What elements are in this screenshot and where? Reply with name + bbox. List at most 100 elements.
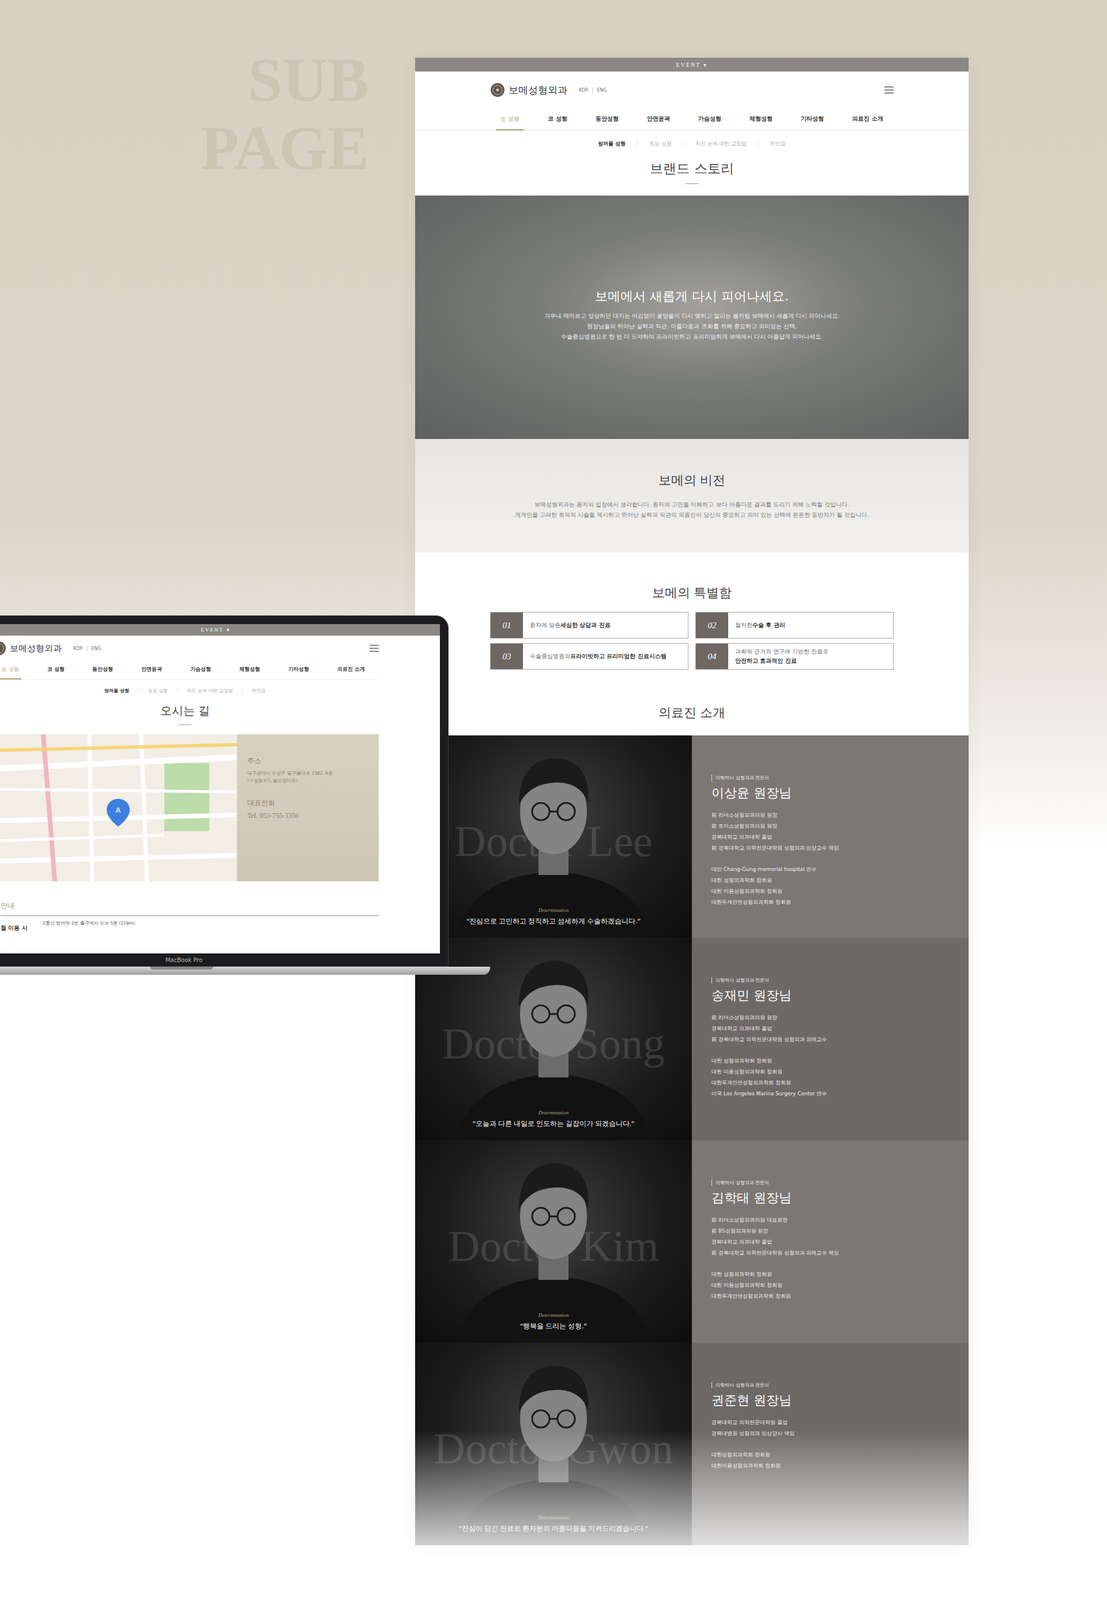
feature-highlight: 수술 후 관리: [752, 621, 786, 630]
doctor-row: Doctor GwonDetermination“진심이 담긴 진료로 환자분의…: [415, 1342, 969, 1545]
hamburger-menu-icon[interactable]: [369, 644, 379, 652]
map-pin-icon[interactable]: [106, 798, 130, 827]
logo-name: 보메성형외과: [9, 642, 62, 654]
doctor-membership-item: 대한 성형외과학회 정회원: [711, 1268, 950, 1280]
feature-text: 철저한 수술 후 관리: [728, 612, 793, 638]
doctor-membership-item: 대한두개안면성형외과학회 정회원: [711, 1290, 950, 1302]
address-line: (수성동3가, 벨리엠타워): [247, 776, 369, 785]
vision-text-line: 개개인을 고려한 최적의 시술을 제시하고 뛰어난 실력과 직관의 의료인이 당…: [514, 509, 869, 521]
sub-nav-item[interactable]: 하안검: [242, 687, 276, 694]
doctor-quote: “진심이 담긴 진료로 환자분의 아름다움을 지켜드리겠습니다.”: [415, 1523, 692, 1534]
feature-highlight: 안전하고 효과적인 진료: [735, 657, 797, 665]
doctor-career-item: 경북대학교 의과대학 졸업: [711, 1236, 950, 1248]
location-block: A주소대구광역시 수성구 달구벌대로 2382, 8층(수성동3가, 벨리엠타워…: [0, 733, 379, 881]
language-option[interactable]: ENG: [596, 87, 607, 93]
doctor-membership-item: 대만 Chang-Gung memorial hospital 연수: [711, 863, 950, 875]
doctor-quote: “행복을 드리는 성형.”: [415, 1320, 692, 1331]
hero-heading: 보메에서 새롭게 다시 피어나세요.: [595, 287, 789, 306]
language-option[interactable]: KOR: [578, 87, 589, 93]
nav-item[interactable]: 동안성형: [89, 660, 116, 680]
feature-highlight: 프라이빗하고 프리미엄한 진료시스템: [570, 652, 667, 661]
feature-card: 03수술중심병원의 프라이빗하고 프리미엄한 진료시스템: [490, 642, 689, 670]
title-rule: [685, 183, 699, 184]
doctor-membership-item: 미국 Los Angeles Marina Surgery Center 연수: [711, 1087, 950, 1099]
laptop-notch: [149, 966, 214, 970]
doctor-membership-item: 대한두개안면성형외과학회 정회원: [711, 1077, 950, 1088]
nav-item[interactable]: 기타성형: [285, 660, 312, 680]
sub-nav-item[interactable]: 쌍꺼풀 성형: [586, 140, 638, 148]
doctor-membership-item: 대한 성형외과학회 정회원: [711, 874, 950, 886]
vision-title: 보메의 비전: [658, 471, 726, 489]
doctor-membership-item: 대한두개안면성형외과학회 정회원: [711, 896, 950, 908]
event-label[interactable]: EVENT: [676, 61, 702, 69]
doctor-quote: “진심으로 고민하고 정직하고 섬세하게 수술하겠습니다.”: [415, 916, 692, 926]
nav-item[interactable]: 코 성형: [543, 108, 572, 131]
doctor-career-list: 前 리더스성형외과의원 원장前 토미스성형외과의원 원장경북대학교 의과대학 졸…: [711, 809, 950, 854]
feature-number: 03: [490, 643, 523, 669]
doctor-name: 송재민 원장님: [711, 986, 950, 1004]
event-bar[interactable]: EVENT▾: [415, 57, 969, 72]
nav-item[interactable]: 눈 성형: [495, 108, 525, 131]
hero-text-line: 겨우내 메마르고 앙상하던 대지는 어김없이 꽃망울이 다시 맺히고 열리는 봄…: [544, 310, 840, 322]
language-option[interactable]: KOR: [73, 645, 84, 651]
nav-item[interactable]: 가슴성형: [693, 108, 726, 131]
doctor-career-item: 前 토미스성형외과의원 원장: [711, 820, 950, 832]
doctor-badge: 의학박사 성형외과 전문의: [711, 976, 950, 984]
vision-section: 보메의 비전보메성형외과는 환자의 입장에서 생각합니다. 환자의 고민을 이해…: [415, 438, 969, 553]
doctor-membership-item: 대한 성형외과학회 정회원: [711, 1055, 950, 1067]
subpage-mockup: EVENT▾보메성형외과KOR|ENG눈 성형코 성형동안성형안면윤곽가슴성형체…: [415, 57, 969, 1545]
language-option[interactable]: ENG: [91, 645, 101, 651]
doctor-membership-item: 대한 미용성형외과학회 정회원: [711, 1279, 950, 1291]
phone-number: Tel. 053-755-3356: [247, 811, 369, 820]
sub-nav-item[interactable]: 트임 성형: [637, 140, 684, 148]
nav-item[interactable]: 눈 성형: [0, 660, 22, 680]
location-info: 주소대구광역시 수성구 달구벌대로 2382, 8층(수성동3가, 벨리엠타워)…: [236, 733, 379, 881]
guide-text: 2호선 범어역 2번 출구에서 도보 5분 (218m): [42, 920, 135, 926]
language-separator: |: [86, 645, 89, 651]
nav-item[interactable]: 안면윤곽: [642, 108, 675, 131]
doctor-membership-item: 대한성형외과학회 정회원: [711, 1448, 950, 1460]
doctor-photo: Doctor KimDetermination“행복을 드리는 성형.”: [415, 1139, 692, 1343]
doctor-info: 의학박사 성형외과 전문의김학태 원장님前 리더스성형외과의원 대표원장前 BS…: [691, 1139, 969, 1343]
event-bar[interactable]: EVENT▾: [0, 623, 440, 636]
event-label[interactable]: EVENT: [200, 626, 224, 633]
nav-item[interactable]: 가슴성형: [187, 660, 214, 680]
doctor-career-item: 경북대학교 의학전문대학원 졸업: [711, 1416, 950, 1428]
doctor-membership-list: 대한 성형외과학회 정회원대한 미용성형외과학회 정회원대한두개안면성형외과학회…: [711, 1268, 950, 1302]
doctor-membership-item: 대한 미용성형외과학회 정회원: [711, 1066, 950, 1078]
sub-nav-item[interactable]: 쌍꺼풀 성형: [95, 687, 139, 694]
doctor-career-item: 前 리더스성형외과의원 원장: [711, 809, 950, 821]
doctor-badge: 의학박사 성형외과 전문의: [711, 1381, 950, 1388]
nav-item[interactable]: 기타성형: [796, 108, 829, 131]
sub-nav-item[interactable]: 트임 성형: [138, 687, 178, 694]
feature-card: 01환자에 맞춘 세심한 상담과 진료: [490, 611, 689, 639]
event-caret[interactable]: ▾: [703, 61, 708, 69]
doctor-career-item: 경북대학교 의과대학 졸업: [711, 1022, 950, 1034]
sub-nav-item[interactable]: 하안검: [758, 140, 798, 148]
nav-item[interactable]: 코 성형: [44, 660, 67, 680]
logo-name: 보메성형외과: [508, 83, 568, 97]
nav-item[interactable]: 체형성형: [744, 108, 778, 131]
doctor-name: 권준현 원장님: [711, 1391, 950, 1409]
nav-item[interactable]: 동안성형: [590, 108, 624, 131]
doctor-row: Doctor SongDetermination“오늘과 다른 내일로 인도하는…: [415, 937, 969, 1140]
main-nav: 눈 성형 코 성형 동안성형 안면윤곽 가슴성형 체형성형 기타성형 의료진 소개: [415, 108, 969, 131]
map[interactable]: A: [0, 733, 237, 881]
hamburger-menu-icon[interactable]: [884, 86, 894, 94]
nav-item[interactable]: 의료진 소개: [334, 660, 368, 680]
nav-item[interactable]: 체형성형: [236, 660, 263, 680]
logo[interactable]: 보메성형외과 KOR|ENG: [0, 640, 102, 656]
logo[interactable]: 보메성형외과KOR|ENG: [490, 82, 608, 98]
nav-item[interactable]: 안면윤곽: [138, 660, 165, 680]
special-section: 보메의 특별함01환자에 맞춘 세심한 상담과 진료02철저한 수술 후 관리0…: [415, 552, 969, 736]
doctor-career-item: 前 경북대학교 의학전문대학원 성형외과 외래교수 역임: [711, 1247, 950, 1259]
sub-nav-item[interactable]: 처진 눈에 대한 교정법: [177, 687, 243, 694]
doctor-membership-item: 대한 미용성형외과학회 정회원: [711, 885, 950, 897]
doctor-info: 의학박사 성형외과 전문의이상윤 원장님前 리더스성형외과의원 원장前 토미스성…: [691, 735, 969, 938]
doctor-caption: Determination“오늘과 다른 내일로 인도하는 길잡이가 되겠습니다…: [415, 1109, 692, 1129]
event-caret[interactable]: ▾: [226, 626, 231, 633]
doctor-photo: Doctor LeeDetermination“진심으로 고민하고 정직하고 섬…: [415, 735, 692, 938]
hero-text-line: 원장님들의 뛰어난 실력과 직관, 아름다움과 조화를 위해 중요하고 의미있는…: [586, 321, 797, 332]
nav-item[interactable]: 의료진 소개: [847, 108, 888, 131]
sub-nav-item[interactable]: 처진 눈에 대한 교정법: [683, 140, 759, 148]
